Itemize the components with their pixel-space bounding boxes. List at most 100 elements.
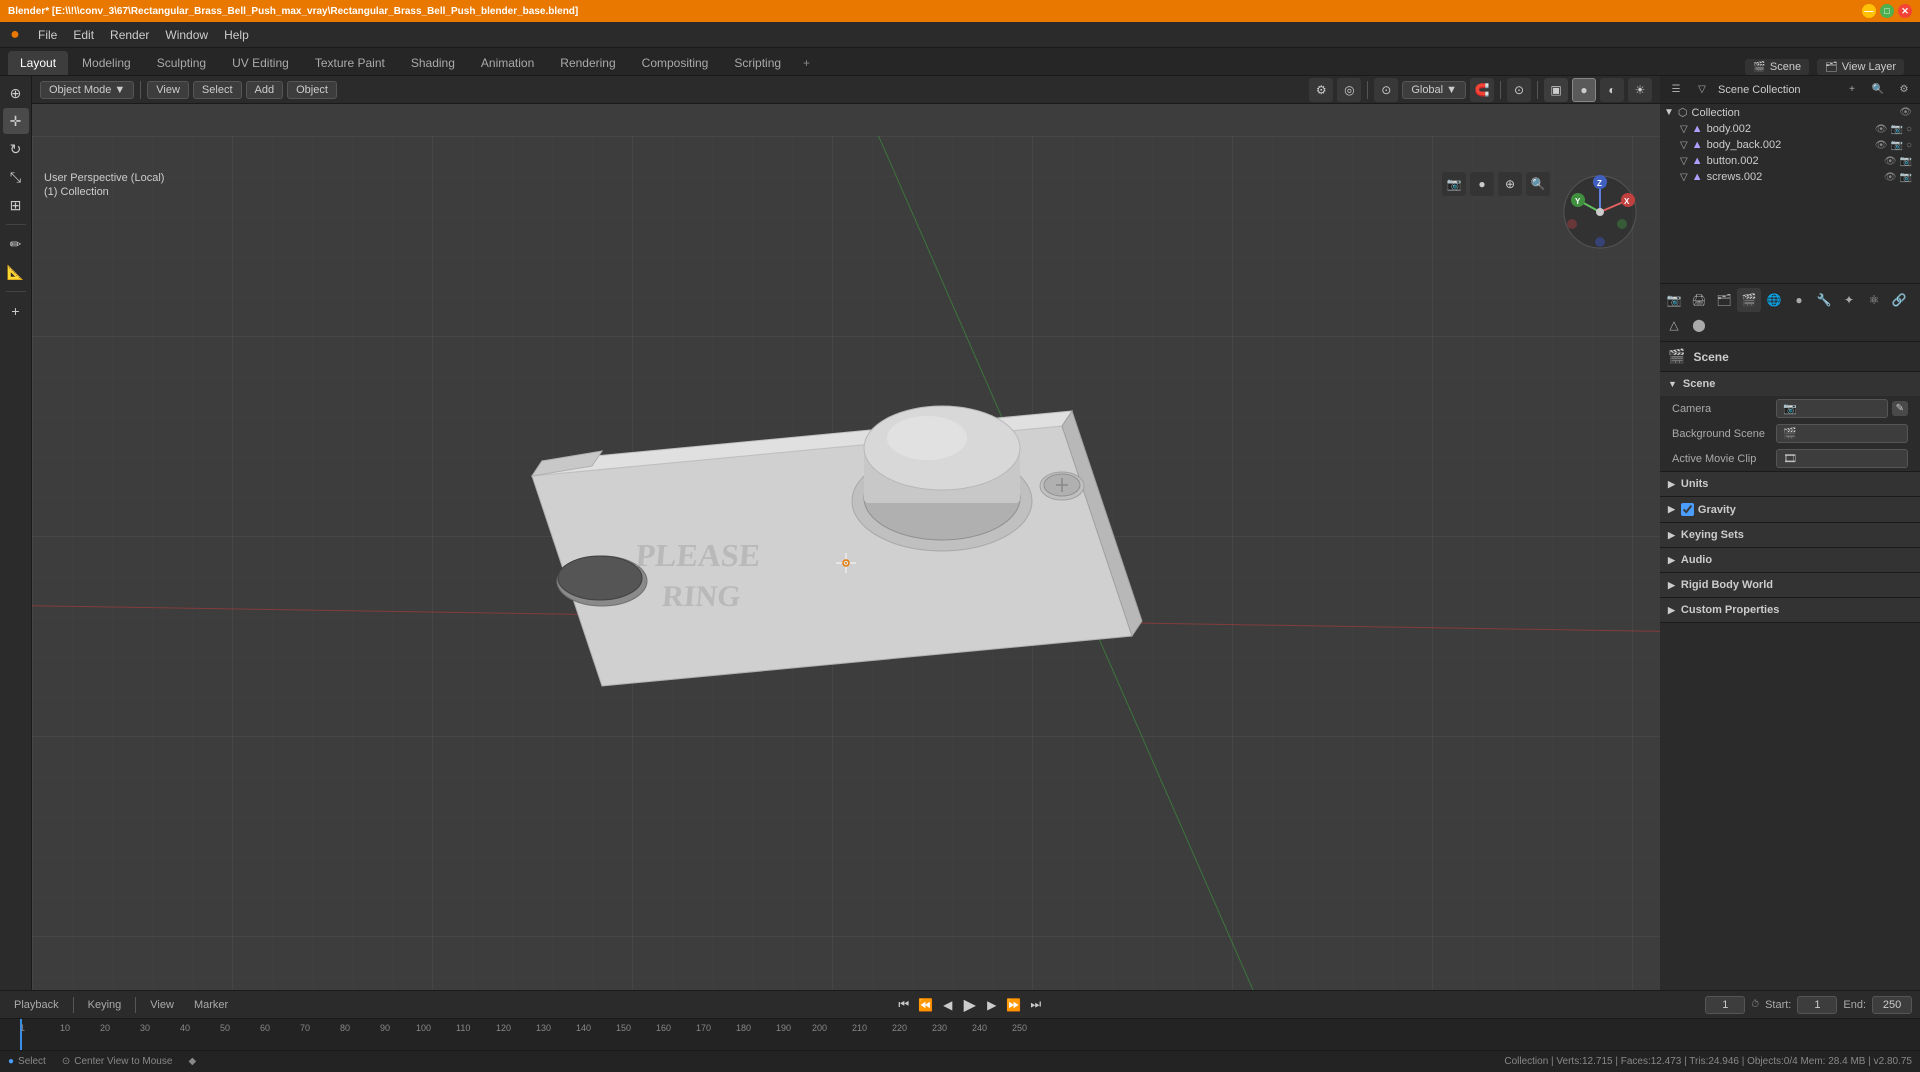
body-back-render[interactable]: ○ (1906, 140, 1912, 151)
navigation-gizmo[interactable]: X Y Z (1560, 172, 1640, 252)
view-layer-selector[interactable]: 🗂 View Layer (1817, 59, 1904, 75)
camera-value[interactable]: 📷 (1776, 399, 1888, 418)
tab-texture-paint[interactable]: Texture Paint (303, 51, 397, 75)
add-tool-button[interactable]: + (3, 298, 29, 324)
view-layer-props-icon[interactable]: 🗂 (1712, 288, 1736, 312)
blender-logo[interactable]: ● (4, 24, 26, 46)
screws-eye[interactable]: 👁 (1884, 172, 1897, 183)
add-menu[interactable]: Add (246, 81, 284, 99)
gravity-section-header[interactable]: ▶ Gravity (1660, 497, 1920, 522)
timeline-track[interactable]: 1 10 20 30 40 50 60 70 80 90 100 110 120… (0, 1018, 1920, 1050)
body-002-eye[interactable]: 👁 (1875, 124, 1888, 135)
tab-shading[interactable]: Shading (399, 51, 467, 75)
tab-layout[interactable]: Layout (8, 51, 68, 75)
material-shading[interactable]: ◐ (1600, 78, 1624, 102)
material-props-icon[interactable]: ⬤ (1687, 313, 1711, 337)
menu-window[interactable]: Window (157, 25, 216, 45)
body-002-render[interactable]: ○ (1906, 124, 1912, 135)
world-props-icon[interactable]: 🌐 (1762, 288, 1786, 312)
scene-selector[interactable]: 🎬 Scene (1745, 59, 1809, 75)
output-props-icon[interactable]: 🖨 (1687, 288, 1711, 312)
viewport[interactable]: Object Mode ▼ View Select Add Object ⚙ ◎… (32, 76, 1660, 990)
annotate-tool-button[interactable]: ✏ (3, 231, 29, 257)
viewport-overlay-toggle[interactable]: ◎ (1337, 78, 1361, 102)
scene-canvas[interactable]: PLEASE RING (32, 136, 1660, 990)
jump-to-start-btn[interactable]: ⏮ (894, 995, 914, 1015)
movie-clip-value[interactable]: 🎞 (1776, 449, 1908, 468)
scene-section-header[interactable]: ▼ Scene (1660, 372, 1920, 396)
view-menu-tl[interactable]: View (144, 997, 180, 1013)
bg-scene-value[interactable]: 🎬 (1776, 424, 1908, 443)
next-frame-btn[interactable]: ▶ (982, 995, 1002, 1015)
end-frame-input[interactable]: 250 (1872, 996, 1912, 1014)
tab-scripting[interactable]: Scripting (722, 51, 793, 75)
material-icon[interactable]: ● (1470, 172, 1494, 196)
marker-menu[interactable]: Marker (188, 997, 234, 1013)
custom-props-header[interactable]: ▶ Custom Properties (1660, 598, 1920, 622)
cursor-icon[interactable]: ⊕ (1498, 172, 1522, 196)
window-controls[interactable]: — □ ✕ (1862, 4, 1912, 18)
tab-rendering[interactable]: Rendering (548, 51, 627, 75)
menu-help[interactable]: Help (216, 25, 257, 45)
add-workspace-button[interactable]: + (795, 51, 818, 75)
render-props-icon[interactable]: 📷 (1662, 288, 1686, 312)
move-tool-button[interactable]: ✛ (3, 108, 29, 134)
filter-icon[interactable]: ▽ (1690, 78, 1714, 102)
object-props-icon[interactable]: ● (1787, 288, 1811, 312)
button-cam[interactable]: 📷 (1900, 156, 1912, 167)
units-section-header[interactable]: ▶ Units (1660, 472, 1920, 496)
proportional-edit-toggle[interactable]: ⊙ (1507, 78, 1531, 102)
playback-menu[interactable]: Playback (8, 997, 65, 1013)
tab-uv-editing[interactable]: UV Editing (220, 51, 301, 75)
play-btn[interactable]: ▶ (960, 995, 980, 1015)
menu-file[interactable]: File (30, 25, 65, 45)
body-002-cam[interactable]: 📷 (1891, 124, 1903, 135)
cursor-tool-button[interactable]: ⊕ (3, 80, 29, 106)
jump-to-end-btn[interactable]: ⏭ (1026, 995, 1046, 1015)
modifier-props-icon[interactable]: 🔧 (1812, 288, 1836, 312)
search-icon[interactable]: 🔍 (1526, 172, 1550, 196)
rigid-body-header[interactable]: ▶ Rigid Body World (1660, 573, 1920, 597)
outliner-scene-collection[interactable]: ▼ ⬡ Collection 👁 (1660, 104, 1920, 121)
render-shading[interactable]: ☀ (1628, 78, 1652, 102)
gravity-checkbox[interactable] (1681, 503, 1694, 516)
outliner-body-back-002[interactable]: ▽ ▲ body_back.002 👁 📷 ○ (1660, 137, 1920, 153)
prev-frame-btn[interactable]: ◀ (938, 995, 958, 1015)
tab-animation[interactable]: Animation (469, 51, 546, 75)
scene-props-icon[interactable]: 🎬 (1737, 288, 1761, 312)
minimize-button[interactable]: — (1862, 4, 1876, 18)
transform-pivot-selector[interactable]: ⊙ (1374, 78, 1398, 102)
button-eye[interactable]: 👁 (1884, 156, 1897, 167)
camera-view-icon[interactable]: 📷 (1442, 172, 1466, 196)
object-mode-selector[interactable]: Object Mode ▼ (40, 81, 134, 99)
current-frame-input[interactable]: 1 (1705, 996, 1745, 1014)
select-menu[interactable]: Select (193, 81, 242, 99)
body-back-cam[interactable]: 📷 (1891, 140, 1903, 151)
audio-section-header[interactable]: ▶ Audio (1660, 548, 1920, 572)
wireframe-shading[interactable]: ▣ (1544, 78, 1568, 102)
tab-sculpting[interactable]: Sculpting (145, 51, 218, 75)
view-menu[interactable]: View (147, 81, 189, 99)
body-back-eye[interactable]: 👁 (1875, 140, 1888, 151)
maximize-button[interactable]: □ (1880, 4, 1894, 18)
outliner-button-002[interactable]: ▽ ▲ button.002 👁 📷 (1660, 153, 1920, 169)
particles-props-icon[interactable]: ✦ (1837, 288, 1861, 312)
menu-render[interactable]: Render (102, 25, 157, 45)
viewport-gizmo-toggle[interactable]: ⚙ (1309, 78, 1333, 102)
constraints-props-icon[interactable]: 🔗 (1887, 288, 1911, 312)
menu-edit[interactable]: Edit (65, 25, 102, 45)
solid-shading[interactable]: ● (1572, 78, 1596, 102)
start-frame-input[interactable]: 1 (1797, 996, 1837, 1014)
rotate-tool-button[interactable]: ↻ (3, 136, 29, 162)
search-outliner-icon[interactable]: 🔍 (1866, 78, 1890, 102)
keying-menu[interactable]: Keying (82, 997, 128, 1013)
measure-tool-button[interactable]: 📐 (3, 259, 29, 285)
object-menu[interactable]: Object (287, 81, 337, 99)
scale-tool-button[interactable]: ⤡ (3, 164, 29, 190)
camera-edit-btn[interactable]: ✎ (1892, 401, 1908, 416)
outliner-icon[interactable]: ☰ (1664, 78, 1688, 102)
snapping-toggle[interactable]: 🧲 (1470, 78, 1494, 102)
physics-props-icon[interactable]: ⚛ (1862, 288, 1886, 312)
next-keyframe-btn[interactable]: ⏩ (1004, 995, 1024, 1015)
filter-outliner-icon[interactable]: ⚙ (1892, 78, 1916, 102)
